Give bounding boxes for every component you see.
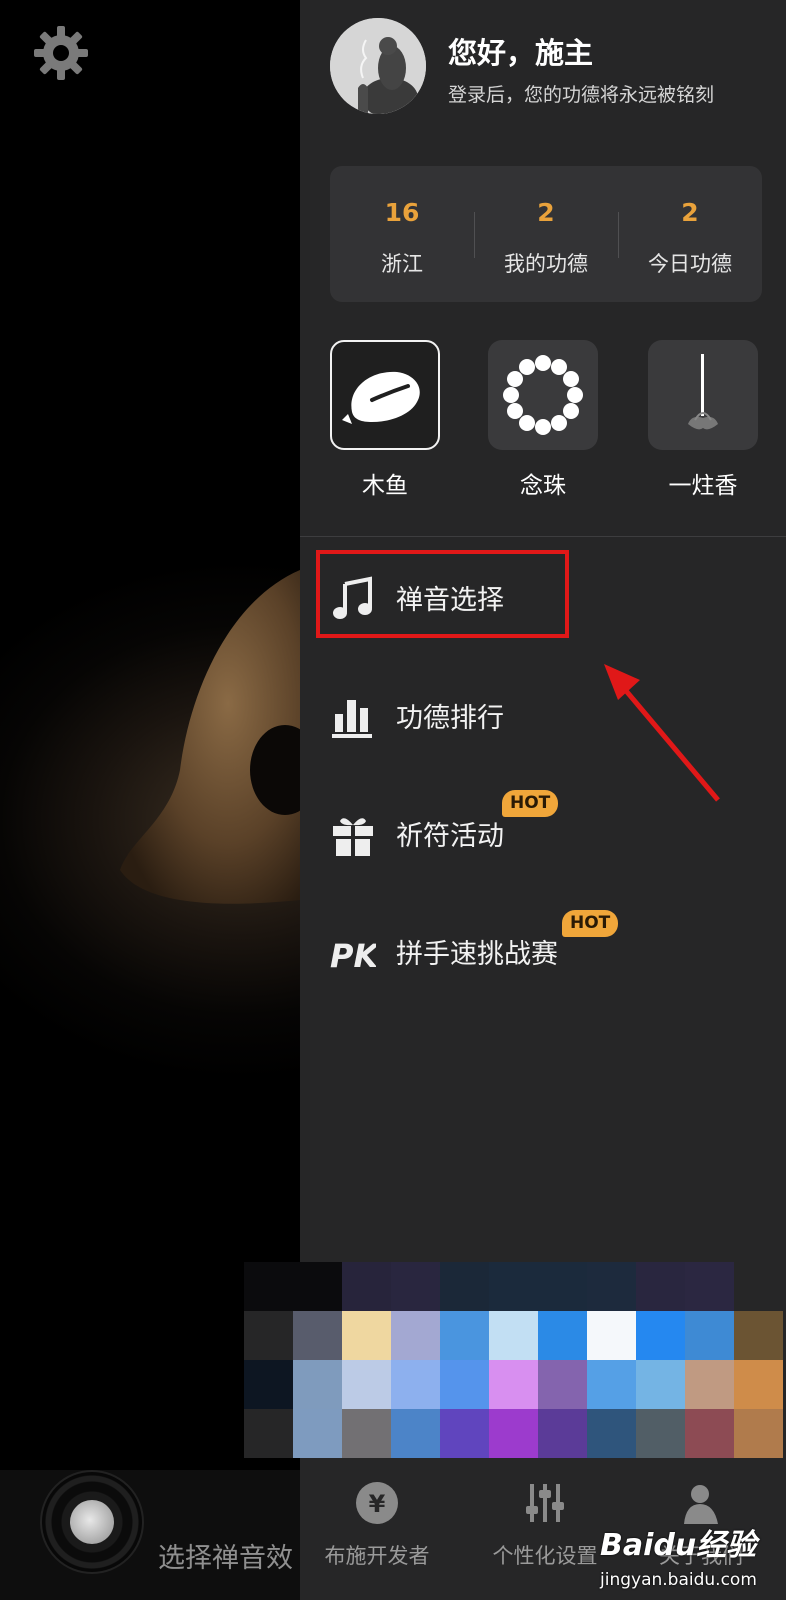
pk-icon: PK [330, 937, 376, 975]
stat-label: 浙江 [381, 252, 423, 276]
stats-card: 16 浙江 2 我的功德 2 今日功德 [330, 166, 762, 302]
mosaic-pixel [293, 1409, 342, 1458]
mosaic-pixel [342, 1409, 391, 1458]
mosaic-pixel [440, 1262, 489, 1311]
mosaic-pixel [489, 1311, 538, 1360]
stat-value: 2 [537, 198, 555, 227]
mosaic-pixel [293, 1360, 342, 1409]
mosaic-pixel [244, 1360, 293, 1409]
ranking-chart-icon [332, 700, 372, 738]
pixelated-region [244, 1250, 786, 1460]
vinyl-label [70, 1500, 114, 1544]
watermark: Baidu经验 jingyan.baidu.com [600, 1520, 786, 1600]
nav-personalize[interactable]: 个性化设置 [470, 1480, 620, 1570]
mosaic-pixel [391, 1360, 440, 1409]
gear-icon[interactable] [32, 24, 90, 82]
menu-item-speed-challenge[interactable]: PK 拼手速挑战赛 HOT [330, 910, 730, 982]
mosaic-pixel [440, 1311, 489, 1360]
greeting-subtitle[interactable]: 登录后，您的功德将永远被铭刻 [448, 80, 714, 107]
stat-label: 今日功德 [648, 252, 732, 276]
mosaic-pixel [489, 1262, 538, 1311]
gift-icon [333, 818, 373, 856]
mosaic-pixel [636, 1262, 685, 1311]
mosaic-pixel [244, 1311, 293, 1360]
mosaic-pixel [685, 1311, 734, 1360]
mosaic-pixel [636, 1360, 685, 1409]
mosaic-pixel [734, 1409, 783, 1458]
mosaic-pixel [587, 1360, 636, 1409]
annotation-highlight-box [316, 550, 569, 638]
svg-text:¥: ¥ [369, 1490, 386, 1518]
mosaic-pixel [440, 1409, 489, 1458]
mosaic-pixel [391, 1262, 440, 1311]
wooden-fish-icon [342, 371, 420, 424]
mosaic-pixel [342, 1262, 391, 1311]
svg-text:PK: PK [330, 937, 376, 975]
tool-label: 木鱼 [362, 473, 408, 499]
sliders-icon [526, 1484, 564, 1522]
tool-box[interactable] [330, 340, 440, 450]
incense-icon [688, 354, 718, 430]
mosaic-pixel [734, 1360, 783, 1409]
mosaic-pixel [685, 1262, 734, 1311]
tool-label: 一炷香 [668, 473, 738, 499]
mosaic-pixel [587, 1409, 636, 1458]
tool-incense[interactable]: 一炷香 [648, 340, 758, 499]
yen-coin-icon: ¥ [356, 1482, 398, 1524]
watermark-logo: Baidu经验 [600, 1528, 757, 1563]
tool-box[interactable] [648, 340, 758, 450]
mosaic-pixel [538, 1409, 587, 1458]
mosaic-pixel [587, 1262, 636, 1311]
player-label[interactable]: 选择禅音效 [158, 1536, 293, 1575]
mosaic-pixel [489, 1360, 538, 1409]
mosaic-pixel [342, 1311, 391, 1360]
mosaic-pixel [489, 1409, 538, 1458]
menu-item-talisman-event[interactable]: 祈符活动 HOT [330, 790, 730, 864]
mosaic-pixel [342, 1360, 391, 1409]
hot-badge: HOT [502, 790, 559, 817]
stat-label: 我的功德 [504, 252, 588, 276]
mosaic-pixel [636, 1311, 685, 1360]
tool-prayer-beads[interactable]: 念珠 [488, 340, 598, 499]
watermark-url: jingyan.baidu.com [600, 1570, 757, 1590]
tool-label: 念珠 [520, 473, 566, 499]
mosaic-pixel [734, 1262, 783, 1311]
mosaic-pixel [685, 1360, 734, 1409]
monk-silhouette-icon [330, 18, 426, 114]
stat-value: 16 [384, 198, 420, 227]
menu-label: 祈符活动 [396, 821, 504, 852]
greeting-title[interactable]: 您好，施主 [448, 30, 593, 72]
tool-box[interactable] [488, 340, 598, 450]
stat-today-merit[interactable]: 2 今日功德 [618, 166, 762, 302]
prayer-beads-icon [503, 355, 583, 435]
mosaic-pixel [391, 1311, 440, 1360]
mosaic-pixel [538, 1311, 587, 1360]
mosaic-pixel [538, 1360, 587, 1409]
nav-label: 个性化设置 [492, 1544, 598, 1568]
stat-my-merit[interactable]: 2 我的功德 [474, 166, 618, 302]
hot-badge: HOT [562, 910, 619, 937]
mosaic-pixel [734, 1311, 783, 1360]
mosaic-pixel [538, 1262, 587, 1311]
mosaic-pixel [587, 1311, 636, 1360]
annotation-arrow-icon [604, 664, 720, 802]
tool-wooden-fish[interactable]: 木鱼 [330, 340, 440, 499]
menu-label: 拼手速挑战赛 [396, 939, 558, 970]
mosaic-pixel [440, 1360, 489, 1409]
menu-label: 功德排行 [396, 703, 504, 734]
avatar[interactable] [330, 18, 426, 114]
nav-label: 布施开发者 [324, 1544, 430, 1568]
mosaic-pixel [636, 1409, 685, 1458]
mosaic-pixel [391, 1409, 440, 1458]
divider [300, 536, 786, 537]
stat-value: 2 [681, 198, 699, 227]
mosaic-pixel [293, 1311, 342, 1360]
mosaic-pixel [244, 1409, 293, 1458]
stat-region[interactable]: 16 浙江 [330, 166, 474, 302]
mosaic-pixel [244, 1262, 293, 1311]
nav-donate[interactable]: ¥ 布施开发者 [302, 1480, 452, 1570]
mosaic-pixel [685, 1409, 734, 1458]
mosaic-pixel [293, 1262, 342, 1311]
